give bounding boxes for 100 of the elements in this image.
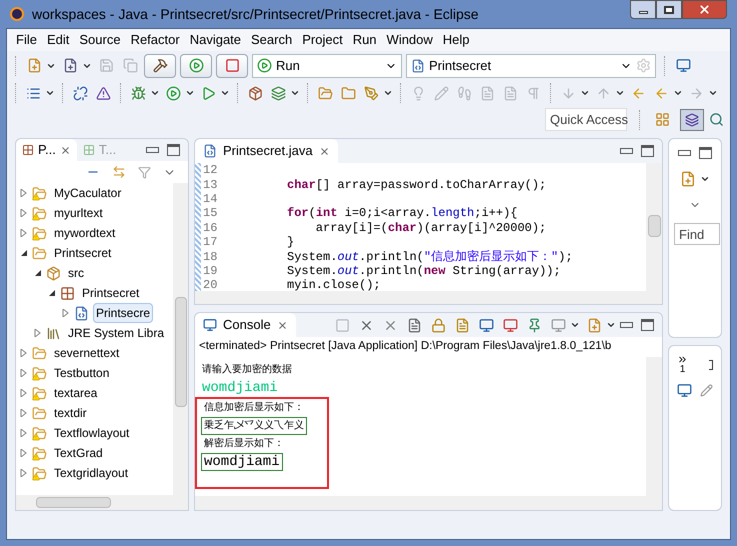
vertical-scrollbar[interactable] [646,163,662,291]
tree-item[interactable]: Printsecret [79,283,142,303]
dropdown-caret-icon[interactable] [580,88,590,98]
grid-icon [82,144,95,156]
code-line: myin.close(); [286,278,381,291]
tree-item[interactable]: Printsecre [93,303,154,323]
dropdown-caret-icon[interactable] [150,88,160,98]
console-output-line: 解密后显示如下： [203,436,285,451]
tree-item[interactable]: Textflowlayout [51,423,132,443]
menu-item[interactable]: Source [74,30,126,50]
code-line: array[i]=(char)(array[i]^20000); [314,220,546,235]
maximize-view-icon[interactable] [167,144,180,156]
run-icon[interactable] [180,54,212,78]
dropdown-caret-icon[interactable] [673,88,683,98]
grid-icon [22,144,34,156]
close-icon [698,3,711,16]
dropdown-caret-icon[interactable] [606,320,616,330]
minimize-view-icon[interactable] [678,150,691,156]
code-line: char[] array=password.toCharArray(); [286,178,546,192]
dropdown-caret-icon[interactable] [708,88,718,98]
restore-view-icon[interactable] [709,360,713,370]
maximize-view-icon[interactable] [641,145,654,157]
tree-item[interactable]: Textgridlayout [51,463,132,483]
menu-item[interactable]: Project [297,30,348,50]
menu-item[interactable]: Window [382,30,438,50]
menu-item[interactable]: Help [438,30,475,50]
menu-item[interactable]: Refactor [126,30,185,50]
editor-tab[interactable]: Printsecret.java [195,139,338,163]
eclipse-logo-icon [10,7,24,21]
console-status: <terminated> Printsecret [Java Application] D:\Program Files\Java\jre1.8.0_121\b [198,339,612,354]
dropdown-caret-icon[interactable] [290,88,300,98]
minimize-view-icon[interactable] [620,322,633,328]
quick-access-field[interactable]: Quick Access [545,108,627,131]
menu-item[interactable]: Search [246,30,298,50]
tree-item[interactable]: MyCaculator [51,183,124,203]
line-number: 14 [202,192,218,206]
stop-icon[interactable] [216,54,248,78]
dropdown-caret-icon[interactable] [383,88,393,98]
gear-icon [636,58,651,73]
tree-item[interactable]: mywordtext [51,223,118,243]
run-configuration-dropdown[interactable]: Run [252,54,402,78]
window-title: workspaces - Java - Printsecret/src/Printsecret/Printsecret.java - Eclipse [32,4,479,24]
code-line: } [286,235,294,250]
more-views-icon[interactable] [677,354,688,365]
link-editor-icon[interactable] [112,165,126,179]
line-number: 19 [202,264,218,278]
minimize-button[interactable] [630,0,656,19]
hammer-icon[interactable] [144,54,176,78]
find-field[interactable]: Find [674,223,720,245]
tree-item[interactable]: textdir [51,403,90,423]
menu-item[interactable]: File [11,30,42,50]
console-output-line: 请输入要加密的数据 [201,362,293,377]
tree-item[interactable]: src [65,263,87,283]
close-icon [60,144,71,156]
line-number: 12 [202,163,218,178]
filter-icon[interactable] [138,166,151,178]
close-button[interactable] [682,0,727,19]
horizontal-scrollbar[interactable] [195,496,662,510]
code-line: System.out.println("信息加密后显示如下："); [286,250,573,264]
close-icon [276,320,288,330]
maximize-view-icon[interactable] [699,147,712,159]
dropdown-caret-icon[interactable] [570,320,580,330]
launch-target-dropdown[interactable]: Printsecret [406,54,656,78]
restore-button[interactable] [656,0,682,19]
vertical-scrollbar[interactable] [173,183,188,495]
line-number: 18 [202,250,218,264]
monitor-icon[interactable] [677,383,692,398]
horizontal-scrollbar[interactable] [195,291,662,304]
dropdown-caret-icon[interactable] [45,88,55,98]
tree-item[interactable]: JRE System Libra [65,323,168,343]
menu-item[interactable]: Run [348,30,382,50]
code-line: System.out.println(new String(array)); [286,264,561,278]
vertical-scrollbar[interactable] [646,357,662,496]
dropdown-caret-icon[interactable] [700,174,710,184]
tree-item[interactable]: myurltext [51,203,106,223]
tree-item[interactable]: textarea [51,383,100,403]
close-icon [318,146,330,156]
dropdown-caret-icon[interactable] [185,88,195,98]
tree-item[interactable]: Printsecret [51,243,114,263]
line-number: 20 [202,278,218,291]
line-number: 15 [202,206,218,220]
horizontal-scrollbar[interactable] [16,495,188,510]
dropdown-caret-icon[interactable] [615,88,625,98]
minimize-view-icon[interactable] [620,148,633,154]
tree-item[interactable]: Testbutton [51,363,112,383]
code-line: for(int i=0;i<array.length;i++){ [286,206,518,220]
minimize-view-icon[interactable] [146,147,159,153]
pencil-icon[interactable] [700,384,713,397]
dropdown-caret-icon[interactable] [220,88,230,98]
menu-item[interactable]: Navigate [184,30,246,50]
tree-item[interactable]: severnettext [51,343,122,363]
view-tab[interactable]: P... [16,139,77,161]
line-number: 17 [202,235,218,250]
console-tab[interactable]: Console [195,313,296,337]
line-number: 13 [202,178,218,192]
java-perspective-icon[interactable] [680,108,704,130]
monitor-icon [203,318,217,332]
maximize-view-icon[interactable] [641,319,654,331]
tree-item[interactable]: TextGrad [51,443,106,463]
menu-item[interactable]: Edit [42,30,74,50]
